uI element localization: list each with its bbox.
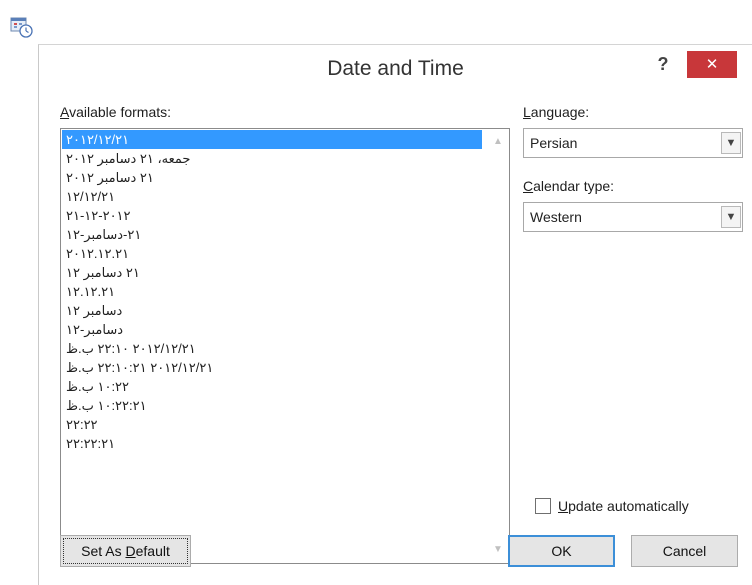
set-as-default-mnemonic: D: [125, 543, 136, 559]
set-as-default-button[interactable]: Set As Default: [60, 535, 191, 567]
set-as-default-suffix: efault: [135, 543, 170, 559]
format-list-item[interactable]: ۲۲:۲۲: [62, 415, 482, 434]
date-and-time-dialog: Date and Time ? ✕ Available formats: ۲۰۱…: [38, 44, 752, 585]
format-list-item[interactable]: ۱۰:۲۲:۲۱ ب.ظ: [62, 396, 482, 415]
format-list-item[interactable]: ۱۲.۱۲.۲۱: [62, 282, 482, 301]
scroll-down-arrow-icon[interactable]: ▼: [487, 543, 509, 557]
ok-button[interactable]: OK: [508, 535, 615, 567]
format-list-item[interactable]: ۲۱ دسامبر ۱۲: [62, 263, 482, 282]
chevron-down-icon[interactable]: ▼: [721, 206, 741, 228]
language-select[interactable]: Persian ▼: [523, 128, 743, 158]
list-scrollbar[interactable]: ▲ ▼: [487, 129, 509, 563]
calendar-type-label-text: alendar type:: [533, 178, 615, 194]
format-list-item[interactable]: ۲۰۱۲.۱۲.۲۱: [62, 244, 482, 263]
calendar-type-select[interactable]: Western ▼: [523, 202, 743, 232]
format-list-item[interactable]: ۲۱-۱۲-۲۰۱۲: [62, 206, 482, 225]
format-items: ۲۰۱۲/۱۲/۲۱ جمعه، ۲۱ دسامبر ۲۰۱۲ ۲۱ دسامبر …: [62, 130, 482, 453]
format-list-item[interactable]: ۲۱ دسامبر ۲۰۱۲: [62, 168, 482, 187]
calendar-type-value: Western: [530, 209, 582, 225]
language-mnemonic: L: [523, 104, 531, 120]
format-list-item[interactable]: ۲۰۱۲/۱۲/۲۱ ۲۲:۱۰ ب.ظ: [62, 339, 482, 358]
update-automatically-label[interactable]: Update automatically: [558, 498, 689, 514]
dialog-title: Date and Time: [327, 57, 464, 80]
format-list-item[interactable]: ۲۰۱۲/۱۲/۲۱ ۲۲:۱۰:۲۱ ب.ظ: [62, 358, 482, 377]
close-button[interactable]: ✕: [687, 51, 737, 78]
format-list-item[interactable]: دسامبر ۱۲: [62, 301, 482, 320]
format-list-item[interactable]: ۲۱-دسامبر-۱۲: [62, 225, 482, 244]
format-list-item[interactable]: ۲۲:۲۲:۲۱: [62, 434, 482, 453]
available-formats-label: Available formats:: [60, 104, 171, 120]
chevron-down-icon[interactable]: ▼: [721, 132, 741, 154]
available-formats-list[interactable]: ۲۰۱۲/۱۲/۲۱ جمعه، ۲۱ دسامبر ۲۰۱۲ ۲۱ دسامبر …: [60, 128, 510, 564]
calendar-type-label: Calendar type:: [523, 178, 614, 194]
calendar-type-mnemonic: C: [523, 178, 534, 194]
scroll-up-arrow-icon[interactable]: ▲: [487, 135, 509, 149]
available-formats-label-text: vailable formats:: [69, 104, 172, 120]
update-automatically-label-text: pdate automatically: [568, 498, 689, 514]
format-list-item[interactable]: جمعه، ۲۱ دسامبر ۲۰۱۲: [62, 149, 482, 168]
help-button[interactable]: ?: [652, 51, 674, 77]
language-label-text: anguage:: [530, 104, 590, 120]
format-list-item[interactable]: ۲۰۱۲/۱۲/۲۱: [62, 130, 482, 149]
format-list-item[interactable]: ۱۰:۲۲ ب.ظ: [62, 377, 482, 396]
language-value: Persian: [530, 135, 578, 151]
set-as-default-prefix: Set As: [81, 543, 126, 559]
update-automatically-mnemonic: U: [558, 498, 569, 514]
language-label: Language:: [523, 104, 589, 120]
format-list-item[interactable]: دسامبر-۱۲: [62, 320, 482, 339]
cancel-button[interactable]: Cancel: [631, 535, 738, 567]
date-time-icon[interactable]: [10, 17, 34, 39]
format-list-item[interactable]: ۱۲/۱۲/۲۱: [62, 187, 482, 206]
update-automatically-checkbox[interactable]: [535, 498, 551, 514]
available-formats-mnemonic: A: [60, 104, 70, 120]
